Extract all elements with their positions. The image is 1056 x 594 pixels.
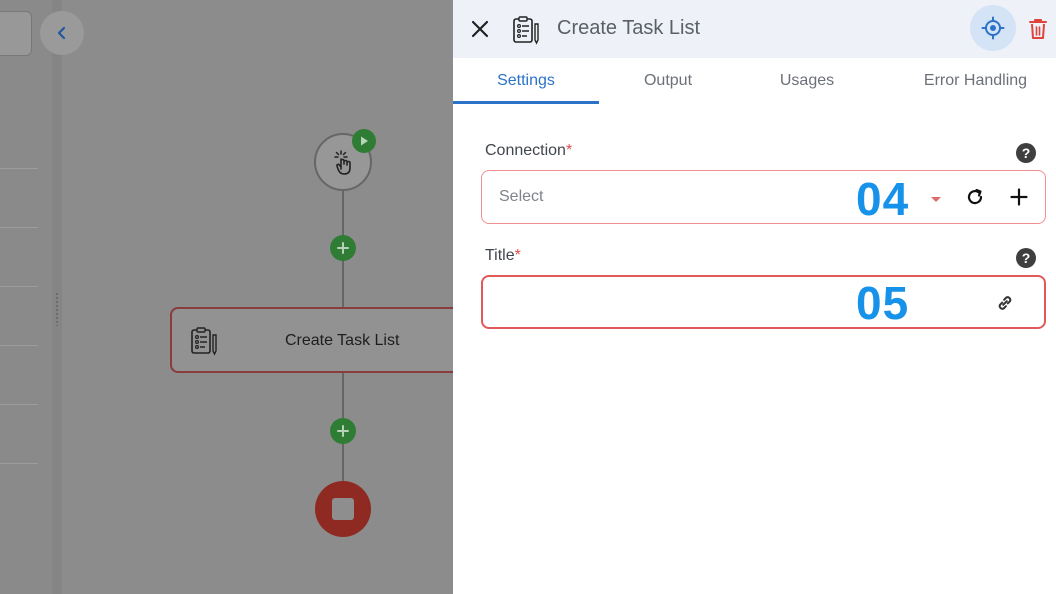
title-label-text: Title bbox=[485, 247, 515, 264]
link-icon bbox=[998, 296, 1012, 310]
panel-header: Create Task List bbox=[453, 0, 1056, 58]
drag-grip-icon bbox=[55, 292, 59, 326]
plus-icon bbox=[1010, 188, 1028, 206]
clipboard-checklist-icon bbox=[191, 327, 217, 356]
required-marker: * bbox=[565, 142, 573, 159]
title-help-icon[interactable]: ? bbox=[1016, 248, 1036, 268]
sidebar-row-divider bbox=[0, 227, 38, 228]
sidebar-row-divider bbox=[0, 463, 38, 464]
collapse-sidebar-button[interactable] bbox=[40, 11, 84, 55]
title-input[interactable]: 05 bbox=[481, 275, 1046, 329]
trash-icon bbox=[1029, 19, 1047, 39]
workflow-canvas: Create Task List bbox=[0, 0, 453, 594]
insert-reference-button[interactable] bbox=[993, 291, 1017, 315]
delete-step-button[interactable] bbox=[1027, 16, 1049, 42]
refresh-icon bbox=[967, 188, 983, 205]
plus-icon bbox=[337, 425, 349, 437]
play-icon bbox=[361, 136, 368, 146]
stop-icon bbox=[332, 498, 354, 520]
connection-placeholder: Select bbox=[499, 188, 544, 205]
task-node-label: Create Task List bbox=[285, 332, 400, 349]
close-icon bbox=[471, 20, 489, 38]
title-label: Title* bbox=[485, 247, 521, 265]
connection-label-text: Connection bbox=[485, 142, 566, 159]
connection-help-icon[interactable]: ? bbox=[1016, 143, 1036, 163]
step-settings-panel: Create Task List Settings Output Usages … bbox=[453, 0, 1056, 594]
add-step-button[interactable] bbox=[330, 418, 356, 444]
end-node[interactable] bbox=[315, 481, 371, 537]
sidebar-row-divider bbox=[0, 404, 38, 405]
connection-label: Connection* bbox=[485, 142, 572, 160]
sidebar-row-divider bbox=[0, 286, 38, 287]
sidebar-row-divider bbox=[0, 168, 38, 169]
resize-handle[interactable] bbox=[52, 0, 62, 594]
panel-tabs: Settings Output Usages Error Handling bbox=[453, 58, 1056, 104]
step-number-badge: 05 bbox=[856, 277, 910, 329]
refresh-connections-button[interactable] bbox=[964, 186, 986, 208]
step-number-badge: 04 bbox=[856, 173, 910, 225]
caret-down-icon[interactable] bbox=[931, 197, 941, 202]
add-step-button[interactable] bbox=[330, 235, 356, 261]
task-node-create-task-list[interactable]: Create Task List bbox=[170, 307, 453, 373]
connection-select[interactable]: Select 04 bbox=[481, 170, 1046, 224]
add-connection-button[interactable] bbox=[1008, 186, 1030, 208]
run-trigger-button[interactable] bbox=[352, 129, 376, 153]
crosshair-icon bbox=[981, 16, 1005, 40]
tab-output[interactable]: Output bbox=[599, 58, 737, 104]
panel-title: Create Task List bbox=[557, 17, 701, 39]
plus-icon bbox=[337, 242, 349, 254]
tap-icon bbox=[334, 150, 351, 175]
sidebar-top-button[interactable] bbox=[0, 11, 32, 56]
clipboard-checklist-icon bbox=[513, 16, 539, 45]
chevron-left-icon bbox=[57, 26, 66, 40]
left-sidebar bbox=[0, 0, 52, 594]
close-panel-button[interactable] bbox=[468, 17, 492, 41]
tab-error-handling[interactable]: Error Handling bbox=[893, 58, 1056, 104]
locate-node-button[interactable] bbox=[970, 5, 1016, 51]
active-tab-indicator bbox=[453, 101, 599, 104]
required-marker: * bbox=[514, 247, 521, 264]
tab-usages[interactable]: Usages bbox=[737, 58, 877, 104]
tab-settings[interactable]: Settings bbox=[453, 58, 599, 104]
sidebar-row-divider bbox=[0, 345, 38, 346]
